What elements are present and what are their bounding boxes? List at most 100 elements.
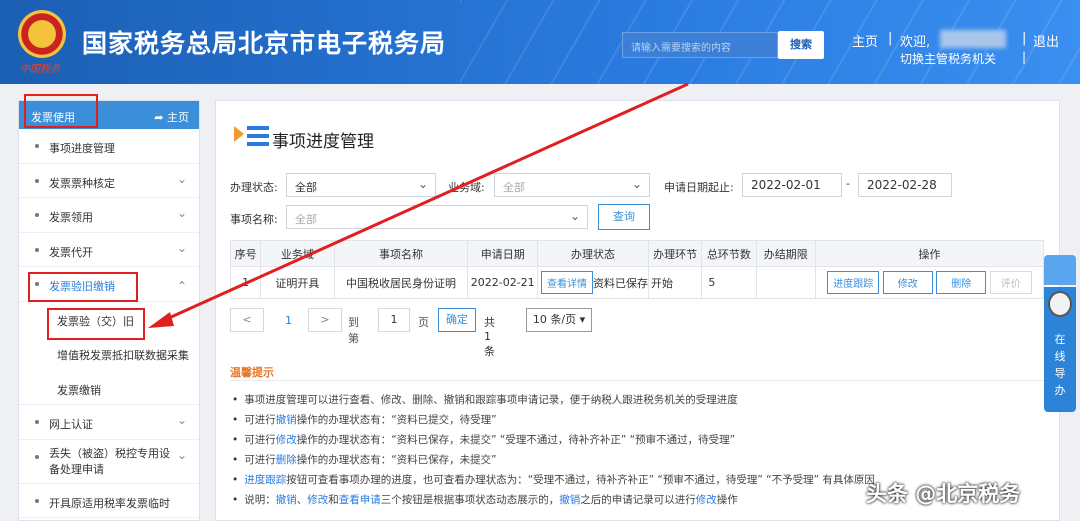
rate-button[interactable]: 评价 (989, 271, 1032, 294)
sidebar-subitem-vat-data[interactable]: 增值税发票抵扣联数据采集 (19, 336, 199, 371)
robot-avatar-icon (1048, 291, 1072, 317)
highlight-box (24, 94, 98, 128)
switch-org-link[interactable]: 切换主管税务机关 (900, 50, 996, 67)
prev-page-button[interactable]: < (230, 308, 264, 332)
track-progress-button[interactable]: 进度跟踪 (827, 271, 880, 294)
tip-link[interactable]: 修改 (696, 494, 717, 506)
sidebar-item-label: 发票票种核定 (49, 176, 115, 190)
sidebar-item-label: 事项进度管理 (49, 142, 115, 155)
sidebar-item-invoice-issue[interactable]: 发票代开 ⌄ (19, 233, 199, 267)
tips-divider (230, 380, 1044, 381)
header-separator: | (1022, 31, 1027, 46)
tip-text: 可进行 (244, 454, 276, 466)
tip-link[interactable]: 撤销 (276, 494, 297, 506)
highlight-box (47, 308, 145, 340)
sidebar-subitem-label: 发票缴销 (57, 383, 101, 397)
query-button[interactable]: 查询 (598, 204, 650, 230)
row-status: 资料已保存 (593, 277, 648, 290)
tip-link[interactable]: 删除 (276, 454, 297, 466)
tip-link[interactable]: 查看申请 (339, 494, 381, 506)
tip-text: 三个按钮是根据事项状态动态展示的， (380, 494, 560, 506)
row-step: 开始 (647, 266, 703, 299)
tip-link[interactable]: 修改 (276, 434, 297, 446)
redacted-username (940, 30, 1006, 48)
site-title: 国家税务总局北京市电子税务局 (82, 29, 447, 58)
column-header: 申请日期 (467, 240, 538, 267)
tip-text: 事项进度管理可以进行查看、修改、删除、撤销和跟踪事项申请记录，便于纳税人跟进税务… (244, 394, 738, 406)
column-header: 总环节数 (701, 240, 757, 267)
tip-link[interactable]: 进度跟踪 (244, 474, 286, 486)
date-range-label: 申请日期起止: (664, 181, 734, 194)
tip-text: 、 (296, 494, 308, 506)
status-select-value: 全部 (295, 181, 317, 194)
page-size-select[interactable]: 10 条/页 ▾ (526, 308, 592, 332)
bullet-icon (35, 213, 39, 217)
sidebar-item-label: 发票领用 (49, 211, 93, 224)
column-header: 办理状态 (537, 240, 649, 267)
tip-text: 按钮可查看事项办理的进度，也可查看办理状态为：“受理不通过，待补齐补正” “预审… (286, 474, 875, 486)
business-select[interactable]: 全部 ⌄ (494, 173, 650, 197)
next-page-button[interactable]: > (308, 308, 342, 332)
goto-page-input[interactable]: 1 (378, 308, 410, 332)
edit-button[interactable]: 修改 (882, 271, 933, 294)
caret-down-icon: ▾ (579, 313, 586, 326)
tip-line: • 可进行删除操作的办理状态有：“资料已保存，未提交” (232, 452, 497, 467)
online-guide-widget[interactable]: 在线导办 (1044, 255, 1076, 412)
tip-text: 可进行 (244, 434, 276, 446)
row-date: 2022-02-21 (467, 266, 538, 299)
site-header: 中国税务 国家税务总局北京市电子税务局 请输入需要搜索的内容 搜索 主页 | 欢… (0, 0, 1080, 84)
search-input[interactable]: 请输入需要搜索的内容 (622, 32, 778, 58)
sidebar-item-invoice-type[interactable]: 发票票种核定 ⌄ (19, 164, 199, 198)
end-date-input[interactable]: 2022-02-28 (858, 173, 952, 197)
sidebar-item-online-auth[interactable]: 网上认证 ⌄ (19, 405, 199, 440)
delete-button[interactable]: 删除 (936, 271, 987, 294)
tip-text: 操作的办理状态有：“资料已提交，待受理” (296, 414, 497, 426)
sidebar-item-lost-device[interactable]: 丢失（被盗）税控专用设备处理申请 ⌄ (19, 440, 199, 484)
sidebar-item-progress[interactable]: 事项进度管理 (19, 129, 199, 164)
bullet-icon (35, 498, 39, 503)
chevron-down-icon: ⌄ (176, 413, 187, 427)
header-separator: | (1022, 50, 1027, 64)
progress-table: 序号 业务域 事项名称 申请日期 办理状态 办理环节 总环节数 办结期限 操作 … (229, 240, 1044, 299)
bullet-icon (35, 247, 39, 252)
sidebar-item-invoice-receive[interactable]: 发票领用 ⌄ (19, 198, 199, 233)
item-name-select-value: 全部 (295, 213, 317, 226)
sidebar-home-label: 主页 (167, 111, 189, 124)
tip-text: 说明： (244, 494, 276, 506)
view-details-button[interactable]: 查看详情 (541, 271, 593, 294)
watermark: 头条 @北京税务 (866, 482, 1021, 506)
row-domain: 证明开具 (260, 266, 335, 299)
goto-confirm-button[interactable]: 确定 (438, 308, 476, 332)
bullet-icon (35, 420, 39, 424)
tip-line: • 可进行撤销操作的办理状态有：“资料已提交，待受理” (232, 412, 497, 427)
start-date-input[interactable]: 2022-02-01 (742, 173, 842, 197)
sidebar-item-label: 发票代开 (49, 245, 93, 259)
sidebar-item-label: 开具原适用税率发票临时 (49, 496, 170, 510)
date-separator: - (846, 177, 850, 190)
item-name-select[interactable]: 全部 ⌄ (286, 205, 588, 229)
total-count: 共 1 条 (484, 316, 495, 358)
search-button[interactable]: 搜索 (778, 31, 824, 59)
column-header: 业务域 (260, 240, 335, 267)
sidebar-subitem-invoice-cancel[interactable]: 发票缴销 (19, 371, 199, 405)
status-select[interactable]: 全部 ⌄ (286, 173, 436, 197)
tip-link[interactable]: 撤销 (559, 494, 580, 506)
business-select-value: 全部 (503, 181, 525, 194)
tip-text: 操作的办理状态有：“资料已保存，未提交” “受理不通过，待补齐补正” “预审不通… (296, 434, 736, 446)
back-arrow-icon: ➦ (154, 111, 164, 124)
bullet-icon (35, 178, 39, 183)
chevron-down-icon: ⌄ (569, 209, 580, 223)
bullet-icon (35, 144, 39, 148)
chevron-down-icon: ⌄ (176, 447, 187, 462)
row-deadline (755, 266, 817, 299)
welcome-text: 欢迎, (900, 35, 931, 50)
logout-link[interactable]: 退出 (1033, 31, 1059, 50)
tip-link[interactable]: 撤销 (276, 414, 297, 426)
tip-link[interactable]: 修改 (307, 494, 328, 506)
page-size-value: 10 条/页 (532, 313, 577, 326)
tip-line: • 可进行修改操作的办理状态有：“资料已保存，未提交” “受理不通过，待补齐补正”… (232, 432, 735, 447)
sidebar-home-link[interactable]: ➦ 主页 (154, 109, 189, 125)
home-link[interactable]: 主页 (852, 31, 878, 50)
sidebar-item-old-rate-invoice[interactable]: 开具原适用税率发票临时 (19, 484, 199, 518)
current-page[interactable]: 1 (285, 314, 292, 327)
